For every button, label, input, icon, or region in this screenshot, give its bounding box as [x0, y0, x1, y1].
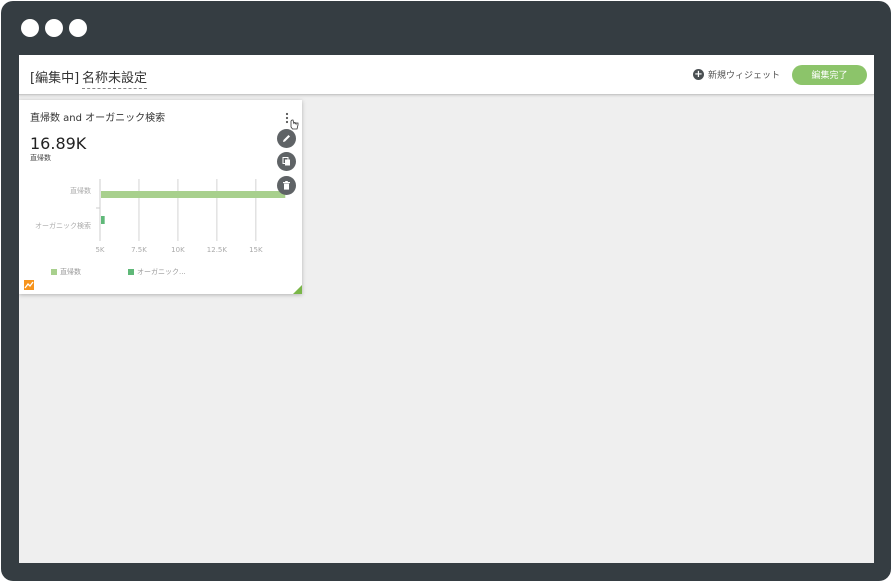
copy-widget-button[interactable]	[277, 152, 296, 171]
more-vertical-icon[interactable]	[283, 112, 299, 130]
legend-swatch	[128, 269, 134, 275]
bar-1	[101, 216, 105, 224]
legend-label: オーガニック...	[137, 268, 186, 276]
dashboard-title[interactable]: 名称未設定	[82, 67, 148, 89]
legend-item-organic[interactable]: オーガニック...	[128, 267, 186, 277]
x-tick-label: 5K	[95, 246, 104, 254]
pointer-hand-icon	[290, 119, 299, 130]
x-tick-label: 12.5K	[207, 246, 228, 254]
copy-icon	[282, 157, 290, 166]
widget-card[interactable]: 直帰数 and オーガニック検索 16.89K 直帰数 直帰数 オーガニック検索…	[19, 100, 302, 294]
x-tick-label: 15K	[249, 246, 263, 254]
window-dot-3	[69, 19, 87, 37]
x-tick-label: 7.5K	[131, 246, 147, 254]
legend-swatch	[51, 269, 57, 275]
window-dot-2	[45, 19, 63, 37]
edit-widget-button[interactable]	[277, 129, 296, 148]
edit-mode-tag: [編集中]	[30, 71, 80, 86]
resize-handle[interactable]	[293, 285, 302, 294]
trash-icon	[283, 181, 290, 190]
analytics-source-logo-icon	[24, 280, 34, 290]
plus-circle-icon: +	[693, 69, 704, 80]
legend-item-bounces[interactable]: 直帰数	[51, 267, 81, 277]
x-tick-label: 10K	[171, 246, 185, 254]
delete-widget-button[interactable]	[277, 176, 296, 195]
new-widget-label: 新規ウィジェット	[708, 71, 781, 81]
new-widget-button[interactable]: + 新規ウィジェット	[693, 68, 780, 81]
bar-chart: 直帰数 オーガニック検索 5K 7.5K 10K 12.5K 15K	[35, 179, 286, 254]
window-dot-1	[21, 19, 39, 37]
dashboard-toolbar: [編集中] 名称未設定 + 新規ウィジェット 編集完了	[19, 55, 874, 95]
pencil-icon	[283, 135, 290, 142]
category-label-bounces: 直帰数	[70, 186, 91, 195]
finish-editing-button[interactable]: 編集完了	[792, 65, 867, 85]
bar-0	[101, 191, 286, 198]
category-label-organic: オーガニック検索	[35, 221, 91, 230]
dashboard-canvas: [編集中] 名称未設定 + 新規ウィジェット 編集完了 直帰数 and オーガニ…	[19, 55, 874, 563]
legend-label: 直帰数	[60, 268, 81, 276]
